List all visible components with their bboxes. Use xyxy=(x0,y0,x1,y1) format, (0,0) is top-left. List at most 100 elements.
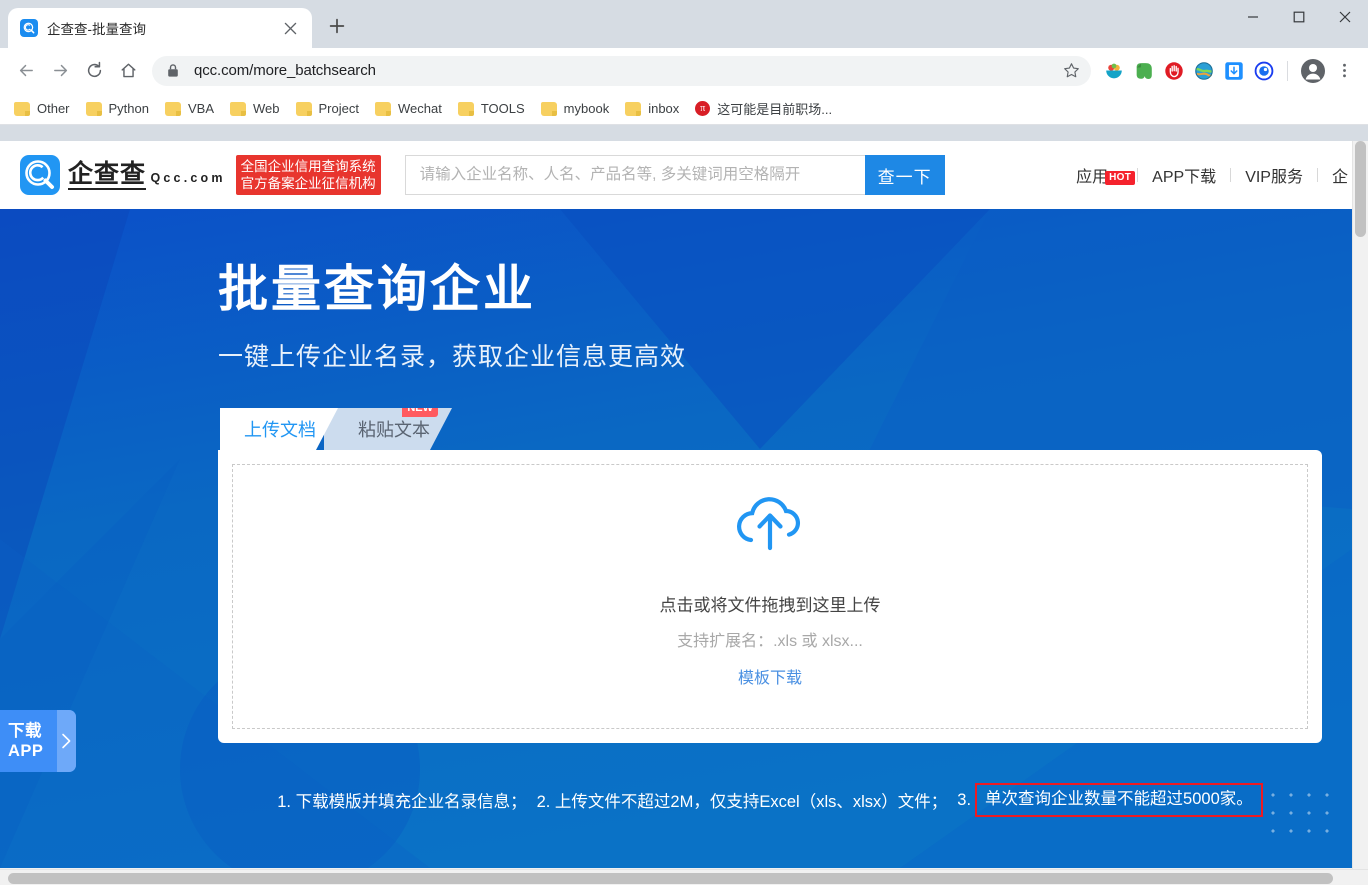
logo-credential-badge: 全国企业信用查询系统 官方备案企业征信机构 xyxy=(235,155,381,195)
upload-mode-tabs: 上传文档 粘贴文本 NEW xyxy=(220,408,1352,450)
badge-line-1: 全国企业信用查询系统 xyxy=(240,159,376,174)
bookmark-label: Project xyxy=(318,101,359,116)
bookmark-label: Wechat xyxy=(397,101,442,116)
site-logo[interactable]: 企查查 Qcc.com 全国企业信用查询系统 官方备案企业征信机构 xyxy=(20,155,381,195)
bookmark-label: VBA xyxy=(188,101,215,116)
hot-badge: HOT xyxy=(1105,171,1136,185)
chevron-right-icon[interactable] xyxy=(57,710,76,772)
address-bar[interactable]: qcc.com/more_batchsearch xyxy=(152,55,1091,86)
bookmark-item[interactable]: π 这可能是目前职场... xyxy=(687,95,840,122)
vertical-scrollbar-thumb[interactable] xyxy=(1355,141,1366,237)
search-button[interactable]: 查一下 xyxy=(864,155,945,195)
tab-paste-text[interactable]: 粘贴文本 NEW xyxy=(324,408,452,450)
forward-arrow-icon[interactable] xyxy=(44,55,76,87)
folder-icon xyxy=(374,101,391,116)
hint-item-3-highlighted: 单次查询企业数量不能超过5000家。 xyxy=(975,783,1263,817)
tab-upload-document[interactable]: 上传文档 xyxy=(220,408,338,450)
bookmark-item[interactable]: Other xyxy=(6,97,78,120)
logo-cn-text: 企查查 xyxy=(68,159,147,190)
logo-en-text: Qcc.com xyxy=(150,170,226,185)
site-nav: 应用 HOT APP下载 VIP服务 企 xyxy=(1062,141,1352,209)
hint-item-2: 2. 上传文件不超过2M，仅支持Excel（xls、xlsx）文件； xyxy=(536,793,948,811)
three-dots-menu-icon[interactable] xyxy=(1330,55,1358,87)
star-icon[interactable] xyxy=(1057,57,1085,85)
search-input[interactable] xyxy=(404,155,865,195)
folder-icon xyxy=(165,101,181,116)
bookmark-label: 这可能是目前职场... xyxy=(717,102,833,117)
new-tab-button[interactable] xyxy=(320,11,354,45)
app-widget-line-2: APP xyxy=(8,742,44,760)
window-close-icon[interactable] xyxy=(1322,0,1368,34)
minimize-icon[interactable] xyxy=(1230,0,1276,34)
tab-title: 企查查-批量查询 xyxy=(47,22,146,37)
qcc-logo-icon xyxy=(20,155,60,195)
bookmark-item[interactable]: Web xyxy=(222,97,288,120)
idm-extension-icon[interactable] xyxy=(1191,58,1217,84)
lock-icon xyxy=(166,63,182,79)
download-app-widget[interactable]: 下载 APP xyxy=(0,710,76,772)
nav-item-enterprise[interactable]: 企 xyxy=(1318,163,1352,187)
bookmark-label: inbox xyxy=(648,101,680,116)
hint-item-3-prefix: 3. xyxy=(957,790,972,809)
bookmark-item[interactable]: TOOLS xyxy=(450,97,533,120)
file-dropzone[interactable]: 点击或将文件拖拽到这里上传 支持扩展名：.xls 或 xlsx... 模板下载 xyxy=(232,464,1308,729)
folder-icon xyxy=(14,101,30,116)
zhihu-icon: π xyxy=(695,101,711,116)
nav-item-app-download[interactable]: APP下载 xyxy=(1138,163,1230,187)
app-widget-line-1: 下载 xyxy=(8,722,42,740)
site-search: 查一下 xyxy=(404,155,945,195)
bookmark-item[interactable]: VBA xyxy=(157,97,222,120)
tab-label: 上传文档 xyxy=(244,420,316,440)
dropzone-primary-text: 点击或将文件拖拽到这里上传 xyxy=(659,595,881,615)
back-arrow-icon[interactable] xyxy=(10,55,42,87)
logo-wordmark: 企查查 Qcc.com xyxy=(68,161,226,190)
horizontal-scrollbar-thumb[interactable] xyxy=(8,873,1333,884)
upload-card: 点击或将文件拖拽到这里上传 支持扩展名：.xls 或 xlsx... 模板下载 xyxy=(218,450,1322,743)
profile-avatar-icon[interactable] xyxy=(1298,56,1328,86)
site-header: 企查查 Qcc.com 全国企业信用查询系统 官方备案企业征信机构 查一下 应用 xyxy=(0,141,1352,209)
nav-label: 应用 xyxy=(1076,169,1109,186)
folder-icon xyxy=(540,101,557,116)
window-controls xyxy=(1230,0,1368,48)
template-download-link[interactable]: 模板下载 xyxy=(738,664,802,688)
extensions-row xyxy=(1101,58,1277,84)
bookmark-label: mybook xyxy=(563,101,610,116)
page-title: 批量查询企业 xyxy=(218,261,536,317)
maximize-icon[interactable] xyxy=(1276,0,1322,34)
folder-icon xyxy=(457,101,474,116)
bookmark-label: Web xyxy=(253,101,280,116)
page-viewport: 企查查 Qcc.com 全国企业信用查询系统 官方备案企业征信机构 查一下 应用 xyxy=(0,141,1368,885)
reload-icon[interactable] xyxy=(78,55,110,87)
hero-section: 批量查询企业 一键上传企业名录，获取企业信息更高效 上传文档 粘贴文本 NEW xyxy=(0,209,1352,868)
hint-item-1: 1. 下载模版并填充企业名录信息； xyxy=(277,793,527,811)
bookmark-item[interactable]: Wechat xyxy=(367,97,450,120)
folder-icon xyxy=(230,101,247,116)
hero-content: 批量查询企业 一键上传企业名录，获取企业信息更高效 上传文档 粘贴文本 NEW xyxy=(0,209,1352,817)
vertical-scrollbar[interactable] xyxy=(1352,141,1368,869)
close-icon[interactable] xyxy=(278,16,302,40)
download-extension-icon[interactable] xyxy=(1221,58,1247,84)
home-icon[interactable] xyxy=(112,55,144,87)
horizontal-scrollbar[interactable] xyxy=(0,869,1368,885)
browser-window: 企查查-批量查询 qcc.com/more_batchsearch Other … xyxy=(0,0,1368,885)
circle-extension-icon[interactable] xyxy=(1251,58,1277,84)
fruit-bowl-extension-icon[interactable] xyxy=(1101,58,1127,84)
bookmark-item[interactable]: mybook xyxy=(533,97,618,120)
upload-hints: 1. 下载模版并填充企业名录信息； 2. 上传文件不超过2M，仅支持Excel（… xyxy=(218,783,1322,817)
browser-tab[interactable]: 企查查-批量查询 xyxy=(8,8,312,48)
adblock-extension-icon[interactable] xyxy=(1161,58,1187,84)
bookmark-item[interactable]: Python xyxy=(78,97,157,120)
nav-item-apps[interactable]: 应用 HOT xyxy=(1062,163,1137,187)
tab-label: 粘贴文本 xyxy=(358,420,430,440)
nav-item-vip[interactable]: VIP服务 xyxy=(1231,163,1317,187)
folder-icon xyxy=(85,101,102,116)
url-text[interactable]: qcc.com/more_batchsearch xyxy=(194,62,1057,79)
new-badge: NEW xyxy=(402,400,438,417)
qcc-logo-icon xyxy=(20,19,38,37)
evernote-extension-icon[interactable] xyxy=(1131,58,1157,84)
bookmark-item[interactable]: Project xyxy=(288,97,367,120)
bookmark-label: Other xyxy=(37,101,70,116)
browser-titlebar: 企查查-批量查询 xyxy=(0,0,1368,48)
bookmark-item[interactable]: inbox xyxy=(617,97,687,120)
bookmark-label: TOOLS xyxy=(480,101,525,116)
